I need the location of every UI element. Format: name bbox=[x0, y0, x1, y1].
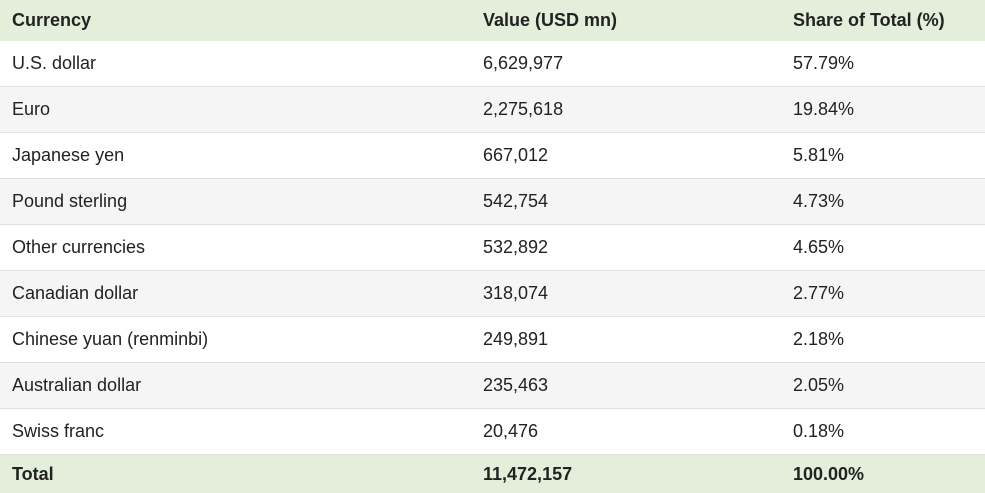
currency-reserves-table: Currency Value (USD mn) Share of Total (… bbox=[0, 0, 985, 493]
cell-currency: U.S. dollar bbox=[0, 41, 471, 87]
cell-value: 249,891 bbox=[471, 317, 781, 363]
table-row: Australian dollar235,4632.05% bbox=[0, 363, 985, 409]
cell-share: 2.18% bbox=[781, 317, 985, 363]
cell-share: 5.81% bbox=[781, 133, 985, 179]
cell-value: 318,074 bbox=[471, 271, 781, 317]
cell-currency: Australian dollar bbox=[0, 363, 471, 409]
cell-value: 6,629,977 bbox=[471, 41, 781, 87]
table-row: Euro2,275,61819.84% bbox=[0, 87, 985, 133]
cell-value: 2,275,618 bbox=[471, 87, 781, 133]
table-row: Swiss franc20,4760.18% bbox=[0, 409, 985, 455]
cell-value: 667,012 bbox=[471, 133, 781, 179]
table-row: Canadian dollar318,0742.77% bbox=[0, 271, 985, 317]
header-row: Currency Value (USD mn) Share of Total (… bbox=[0, 0, 985, 41]
total-share: 100.00% bbox=[781, 455, 985, 493]
table-row: Other currencies532,8924.65% bbox=[0, 225, 985, 271]
cell-value: 542,754 bbox=[471, 179, 781, 225]
cell-currency: Canadian dollar bbox=[0, 271, 471, 317]
table-body: U.S. dollar6,629,97757.79%Euro2,275,6181… bbox=[0, 41, 985, 455]
cell-share: 4.73% bbox=[781, 179, 985, 225]
cell-currency: Other currencies bbox=[0, 225, 471, 271]
cell-share: 0.18% bbox=[781, 409, 985, 455]
cell-share: 19.84% bbox=[781, 87, 985, 133]
table-row: U.S. dollar6,629,97757.79% bbox=[0, 41, 985, 87]
table-row: Pound sterling542,7544.73% bbox=[0, 179, 985, 225]
cell-currency: Japanese yen bbox=[0, 133, 471, 179]
cell-currency: Chinese yuan (renminbi) bbox=[0, 317, 471, 363]
total-value: 11,472,157 bbox=[471, 455, 781, 493]
cell-currency: Swiss franc bbox=[0, 409, 471, 455]
cell-share: 57.79% bbox=[781, 41, 985, 87]
header-share: Share of Total (%) bbox=[781, 0, 985, 41]
cell-share: 2.77% bbox=[781, 271, 985, 317]
cell-share: 4.65% bbox=[781, 225, 985, 271]
table-row: Japanese yen667,0125.81% bbox=[0, 133, 985, 179]
cell-share: 2.05% bbox=[781, 363, 985, 409]
total-label: Total bbox=[0, 455, 471, 493]
cell-value: 532,892 bbox=[471, 225, 781, 271]
header-currency: Currency bbox=[0, 0, 471, 41]
cell-currency: Euro bbox=[0, 87, 471, 133]
total-row: Total 11,472,157 100.00% bbox=[0, 455, 985, 493]
cell-currency: Pound sterling bbox=[0, 179, 471, 225]
cell-value: 235,463 bbox=[471, 363, 781, 409]
table-row: Chinese yuan (renminbi)249,8912.18% bbox=[0, 317, 985, 363]
cell-value: 20,476 bbox=[471, 409, 781, 455]
header-value: Value (USD mn) bbox=[471, 0, 781, 41]
